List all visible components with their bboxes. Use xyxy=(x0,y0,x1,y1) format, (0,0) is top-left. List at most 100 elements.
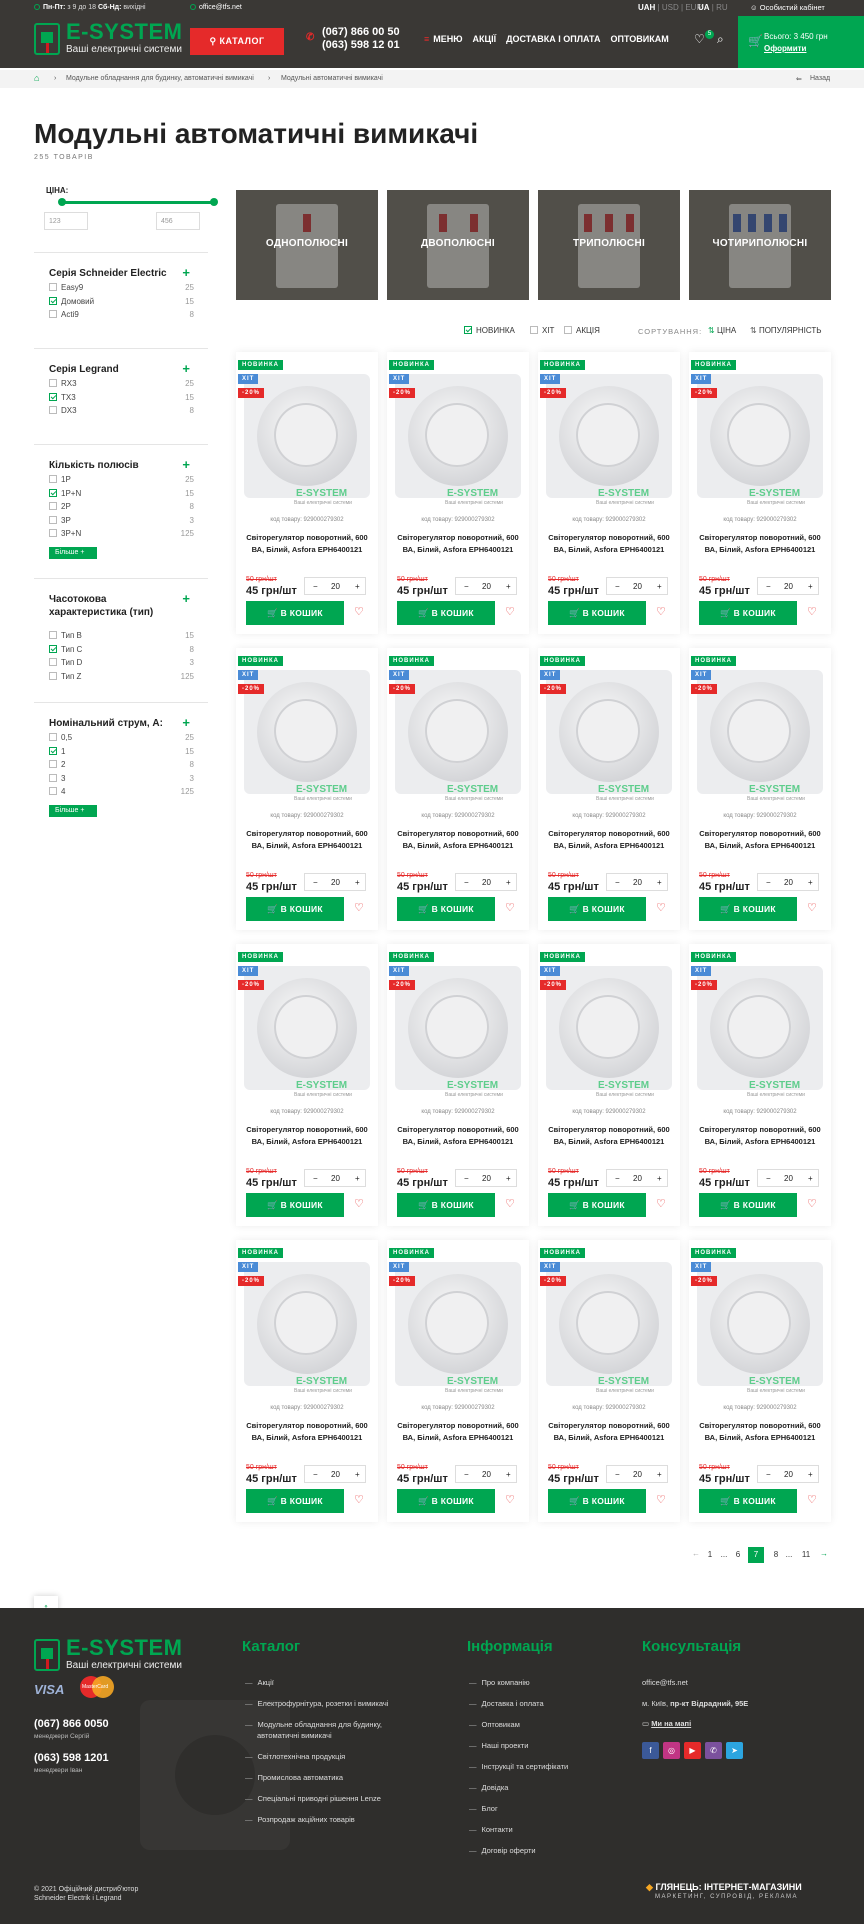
add-to-cart-button[interactable]: 🛒 В КОШИК xyxy=(246,1193,344,1217)
footer-link[interactable]: Довідка xyxy=(469,1783,509,1792)
footer-link[interactable]: Акції xyxy=(245,1678,274,1687)
heart-icon[interactable]: ♡ xyxy=(354,1493,364,1506)
nav-wholesale[interactable]: ОПТОВИКАМ xyxy=(611,34,669,44)
product-name[interactable]: Світорегулятор поворотний, 600 ВА, Білий… xyxy=(544,532,674,556)
add-to-cart-button[interactable]: 🛒 В КОШИК xyxy=(548,897,646,921)
prev-page-arrow[interactable]: ← xyxy=(692,1549,700,1558)
checkbox-icon[interactable] xyxy=(49,379,57,387)
footer-link[interactable]: Наші проекти xyxy=(469,1741,529,1750)
minus-button[interactable]: − xyxy=(766,1470,771,1479)
price-range-slider[interactable] xyxy=(58,198,218,206)
plus-icon[interactable]: + xyxy=(182,457,190,472)
quantity-value[interactable]: 20 xyxy=(482,1470,491,1479)
footer-link[interactable]: Спеціальні приводні рішення Lenze xyxy=(245,1794,381,1803)
product-card[interactable]: НОВИНКА ХІТ -20% E-SYSTEM Ваші електричні си… xyxy=(236,944,378,1226)
account-link[interactable]: ☺ Особистий кабінет xyxy=(750,3,825,12)
product-card[interactable]: НОВИНКА ХІТ -20% E-SYSTEM Ваші електричні си… xyxy=(689,944,831,1226)
plus-button[interactable]: + xyxy=(808,582,813,591)
quantity-value[interactable]: 20 xyxy=(633,1174,642,1183)
heart-icon[interactable]: ♡ xyxy=(505,901,515,914)
product-name[interactable]: Світорегулятор поворотний, 600 ВА, Білий… xyxy=(695,1420,825,1444)
product-name[interactable]: Світорегулятор поворотний, 600 ВА, Білий… xyxy=(544,1124,674,1148)
checkbox-icon[interactable] xyxy=(49,406,57,414)
checkout-link[interactable]: Оформити xyxy=(764,44,806,53)
add-to-cart-button[interactable]: 🛒 В КОШИК xyxy=(246,601,344,625)
minus-button[interactable]: − xyxy=(313,582,318,591)
filter-checkbox[interactable]: 4 125 xyxy=(49,787,194,799)
checkbox-icon[interactable] xyxy=(49,488,57,497)
filter-group-title[interactable]: Номінальний струм, А: xyxy=(49,717,169,730)
plus-button[interactable]: + xyxy=(657,1470,662,1479)
footer-phone-1[interactable]: (067) 866 0050 xyxy=(34,1718,109,1730)
developer-link[interactable]: ◆ ГЛЯНЕЦЬ: ІНТЕРНЕТ-МАГАЗИНИ xyxy=(646,1882,802,1893)
page-link[interactable]: 6 xyxy=(730,1547,746,1563)
add-to-cart-button[interactable]: 🛒 В КОШИК xyxy=(397,1193,495,1217)
page-link[interactable]: 1 xyxy=(702,1547,718,1563)
show-more-button[interactable]: Більше + xyxy=(49,804,97,817)
footer-logo[interactable]: E-SYSTEM Ваші електричні системи xyxy=(34,1635,182,1672)
filter-checkbox[interactable]: Тип B 15 xyxy=(49,631,194,643)
checkbox-icon[interactable] xyxy=(49,392,57,401)
back-arrow-icon[interactable]: ⇐ xyxy=(796,75,802,83)
product-card[interactable]: НОВИНКА ХІТ -20% E-SYSTEM Ваші електричні си… xyxy=(538,648,680,930)
language-switcher[interactable]: UA | RU xyxy=(698,3,728,12)
quantity-value[interactable]: 20 xyxy=(331,1470,340,1479)
heart-icon[interactable]: ♡ xyxy=(354,605,364,618)
filter-checkbox[interactable]: 28 xyxy=(49,760,194,772)
add-to-cart-button[interactable]: 🛒 В КОШИК xyxy=(246,897,344,921)
product-name[interactable]: Світорегулятор поворотний, 600 ВА, Білий… xyxy=(544,1420,674,1444)
filter-checkbox[interactable]: 3P+N 125 xyxy=(49,529,194,541)
breadcrumb-item[interactable]: Модульне обладнання для будинку, автомат… xyxy=(66,75,254,82)
category-tile[interactable]: ОДНОПОЛЮСНІ xyxy=(236,190,378,300)
price-min-input[interactable]: 123 xyxy=(44,212,88,230)
checkbox-icon[interactable] xyxy=(564,326,572,334)
filter-group-title[interactable]: Часотокова характеристика (тип) xyxy=(49,593,169,619)
minus-button[interactable]: − xyxy=(615,1470,620,1479)
filter-checkbox[interactable]: Тип Z 125 xyxy=(49,671,194,684)
product-name[interactable]: Світорегулятор поворотний, 600 ВА, Білий… xyxy=(393,532,523,556)
plus-button[interactable]: + xyxy=(808,878,813,887)
product-card[interactable]: НОВИНКА ХІТ -20% E-SYSTEM Ваші електричні си… xyxy=(387,648,529,930)
minus-button[interactable]: − xyxy=(766,1174,771,1183)
quick-filter[interactable]: АКЦІЯ xyxy=(564,326,600,335)
product-card[interactable]: НОВИНКА ХІТ -20% E-SYSTEM Ваші електричні си… xyxy=(689,1240,831,1522)
minus-button[interactable]: − xyxy=(313,1174,318,1183)
minus-button[interactable]: − xyxy=(464,1174,469,1183)
instagram-icon[interactable]: ◎ xyxy=(663,1742,680,1759)
category-tile[interactable]: ЧОТИРИПОЛЮСНІ xyxy=(689,190,831,300)
quantity-value[interactable]: 20 xyxy=(784,1470,793,1479)
product-card[interactable]: НОВИНКА ХІТ -20% E-SYSTEM Ваші електричні си… xyxy=(236,352,378,634)
add-to-cart-button[interactable]: 🛒 В КОШИК xyxy=(548,1489,646,1513)
add-to-cart-button[interactable]: 🛒 В КОШИК xyxy=(548,1193,646,1217)
product-card[interactable]: НОВИНКА ХІТ -20% E-SYSTEM Ваші електричні си… xyxy=(387,944,529,1226)
price-max-input[interactable]: 456 xyxy=(156,212,200,230)
product-name[interactable]: Світорегулятор поворотний, 600 ВА, Білий… xyxy=(242,532,372,556)
quantity-value[interactable]: 20 xyxy=(482,1174,491,1183)
menu-icon[interactable]: ≡ xyxy=(424,34,429,44)
minus-button[interactable]: − xyxy=(615,582,620,591)
product-name[interactable]: Світорегулятор поворотний, 600 ВА, Білий… xyxy=(695,828,825,852)
telegram-icon[interactable]: ➤ xyxy=(726,1742,743,1759)
footer-link[interactable]: Блог xyxy=(469,1804,498,1813)
add-to-cart-button[interactable]: 🛒 В КОШИК xyxy=(246,1489,344,1513)
plus-button[interactable]: + xyxy=(506,878,511,887)
filter-checkbox[interactable]: Домовий 15 xyxy=(49,296,194,309)
footer-link[interactable]: Про компанію xyxy=(469,1678,530,1687)
checkbox-icon[interactable] xyxy=(49,773,57,782)
phone-2[interactable]: (063) 598 12 01 xyxy=(306,39,400,52)
back-link[interactable]: Назад xyxy=(810,75,830,82)
sort-price[interactable]: ⇅ ЦІНА xyxy=(708,326,736,335)
quantity-value[interactable]: 20 xyxy=(331,1174,340,1183)
minus-button[interactable]: − xyxy=(464,1470,469,1479)
minus-button[interactable]: − xyxy=(313,878,318,887)
plus-icon[interactable]: + xyxy=(182,361,190,376)
filter-checkbox[interactable]: 1P 25 xyxy=(49,475,194,487)
footer-link[interactable]: Доставка і оплата xyxy=(469,1699,544,1708)
filter-checkbox[interactable]: Тип D 3 xyxy=(49,658,194,670)
product-name[interactable]: Світорегулятор поворотний, 600 ВА, Білий… xyxy=(695,532,825,556)
checkbox-icon[interactable] xyxy=(49,515,57,524)
filter-checkbox[interactable]: TX3 15 xyxy=(49,392,194,405)
nav-menu[interactable]: МЕНЮ xyxy=(433,34,462,44)
heart-icon[interactable]: ♡ xyxy=(807,1493,817,1506)
page-link[interactable]: 7 xyxy=(748,1547,764,1563)
